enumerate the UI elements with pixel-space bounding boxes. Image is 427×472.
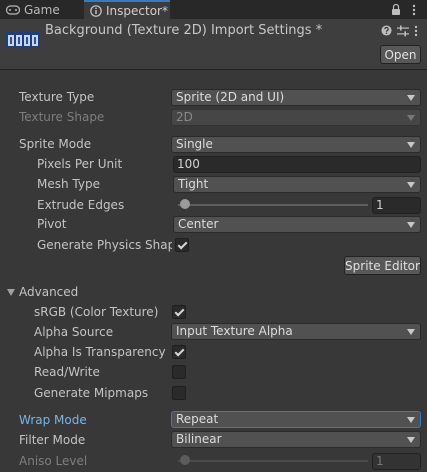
foldout-arrow-icon[interactable] xyxy=(7,289,15,296)
chevron-down-icon xyxy=(407,222,415,228)
read-write-checkbox[interactable] xyxy=(172,365,186,379)
aniso-level-field: 1 xyxy=(372,453,421,470)
aniso-level-label: Aniso Level xyxy=(19,454,88,468)
chevron-down-icon xyxy=(407,115,415,121)
kebab-menu-icon[interactable] xyxy=(412,4,416,16)
srgb-checkbox[interactable] xyxy=(172,305,186,319)
filter-mode-value: Bilinear xyxy=(176,432,222,446)
chevron-down-icon xyxy=(407,329,415,335)
pivot-dropdown[interactable]: Center xyxy=(173,216,421,233)
extrude-edges-slider-thumb[interactable] xyxy=(179,199,190,209)
mesh-type-label: Mesh Type xyxy=(37,177,100,191)
lock-icon[interactable] xyxy=(391,3,401,16)
texture-type-value: Sprite (2D and UI) xyxy=(176,90,285,104)
tab-game[interactable]: Game xyxy=(0,0,84,19)
preset-settings-icon[interactable] xyxy=(397,25,409,37)
chevron-down-icon xyxy=(407,95,415,101)
generate-mipmaps-checkbox[interactable] xyxy=(172,386,186,400)
help-icon[interactable] xyxy=(381,25,392,36)
chevron-down-icon xyxy=(407,437,415,443)
sprite-mode-dropdown[interactable]: Single xyxy=(171,136,421,153)
info-icon xyxy=(90,4,102,17)
sprite-mode-value: Single xyxy=(176,137,213,151)
texture-shape-dropdown: 2D xyxy=(171,109,421,126)
pixels-per-unit-label: Pixels Per Unit xyxy=(37,157,123,171)
pixels-per-unit-field[interactable]: 100 xyxy=(173,156,421,173)
tab-bar: Game Inspector* xyxy=(0,0,427,19)
alpha-source-value: Input Texture Alpha xyxy=(176,324,293,338)
read-write-label: Read/Write xyxy=(34,365,100,379)
texture-shape-value: 2D xyxy=(176,110,193,124)
pivot-label: Pivot xyxy=(37,217,67,231)
chevron-down-icon xyxy=(407,417,415,423)
chevron-down-icon xyxy=(407,182,415,188)
wrap-mode-label: Wrap Mode xyxy=(19,413,87,427)
tab-inspector-label: Inspector* xyxy=(106,3,168,18)
aniso-level-slider-thumb xyxy=(180,455,190,465)
generate-physics-shape-label: Generate Physics Shape xyxy=(37,238,172,252)
wrap-mode-value: Repeat xyxy=(176,412,219,426)
inspector-header: Background (Texture 2D) Import Settings … xyxy=(0,19,427,70)
kebab-menu-icon[interactable] xyxy=(414,25,418,37)
extrude-edges-label: Extrude Edges xyxy=(37,198,125,212)
open-button[interactable]: Open xyxy=(380,45,421,64)
tab-game-label: Game xyxy=(24,2,60,17)
tab-inspector[interactable]: Inspector* xyxy=(84,0,170,19)
texture-shape-label: Texture Shape xyxy=(19,110,105,124)
generate-mipmaps-label: Generate Mipmaps xyxy=(34,386,149,400)
sprite-editor-button[interactable]: Sprite Editor xyxy=(344,256,421,275)
alpha-is-transparency-checkbox[interactable] xyxy=(172,345,186,359)
pivot-value: Center xyxy=(178,217,219,231)
alpha-source-label: Alpha Source xyxy=(34,325,114,339)
extrude-edges-field[interactable]: 1 xyxy=(372,197,421,214)
advanced-section-label[interactable]: Advanced xyxy=(19,285,78,299)
aniso-level-slider-track xyxy=(178,460,368,462)
sprite-mode-label: Sprite Mode xyxy=(19,137,92,151)
srgb-label: sRGB (Color Texture) xyxy=(34,305,159,319)
mesh-type-value: Tight xyxy=(178,177,209,191)
texture-type-label: Texture Type xyxy=(19,90,95,104)
chevron-down-icon xyxy=(407,142,415,148)
alpha-source-dropdown[interactable]: Input Texture Alpha xyxy=(171,323,421,340)
generate-physics-shape-checkbox[interactable] xyxy=(175,238,189,252)
extrude-edges-slider-track[interactable] xyxy=(178,204,368,206)
texture-asset-icon xyxy=(6,32,40,48)
mesh-type-dropdown[interactable]: Tight xyxy=(173,176,421,193)
gamepad-icon xyxy=(6,4,20,15)
alpha-is-transparency-label: Alpha Is Transparency xyxy=(34,345,166,359)
wrap-mode-dropdown[interactable]: Repeat xyxy=(171,411,421,428)
texture-type-dropdown[interactable]: Sprite (2D and UI) xyxy=(171,89,421,106)
filter-mode-label: Filter Mode xyxy=(19,433,86,447)
header-title: Background (Texture 2D) Import Settings … xyxy=(45,23,323,38)
filter-mode-dropdown[interactable]: Bilinear xyxy=(171,431,421,448)
